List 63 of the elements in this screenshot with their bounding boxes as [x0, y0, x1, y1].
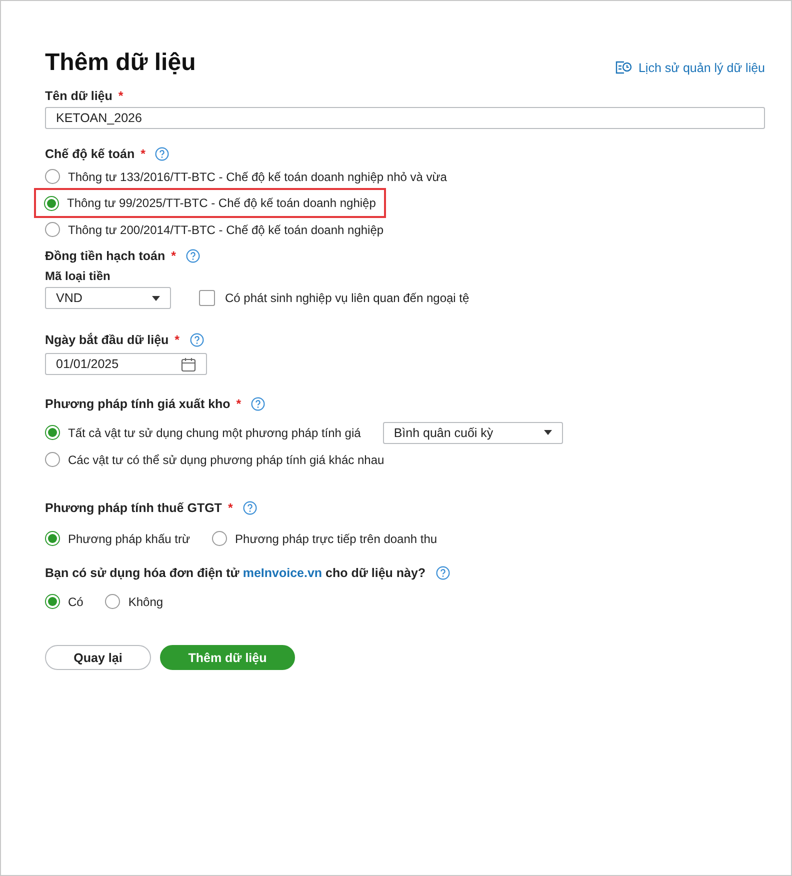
radio-button[interactable]: [45, 222, 60, 237]
field-label: Chế độ kế toán: [45, 147, 135, 161]
required-mark: *: [171, 249, 176, 263]
field-label: Mã loại tiền: [45, 269, 112, 283]
help-icon[interactable]: [190, 333, 204, 347]
caret-icon: [152, 296, 160, 300]
option-label: Thông tư 200/2014/TT-BTC - Chế độ kế toán doanh nghiệp: [68, 222, 384, 236]
page-title: Thêm dữ liệu: [45, 49, 196, 77]
option-label: Thông tư 133/2016/TT-BTC - Chế độ kế toán doanh nghiệp nhỏ và vừa: [68, 170, 447, 184]
currency-select[interactable]: VND: [45, 287, 171, 309]
option-label: Phương pháp trực tiếp trên doanh thu: [235, 532, 438, 546]
option-label: Các vật tư có thể sử dụng phương pháp tính giá khác nhau: [68, 452, 384, 466]
radio-option[interactable]: Không: [105, 588, 164, 615]
radio-button[interactable]: [44, 196, 59, 210]
radio-button[interactable]: [45, 531, 60, 546]
add-data-button[interactable]: Thêm dữ liệu: [160, 645, 295, 670]
field-label: Ngày bắt đầu dữ liệu: [45, 333, 169, 347]
help-icon[interactable]: [436, 566, 450, 580]
question-text: Bạn có sử dụng hóa đơn điện tử meInvoice.vn cho dữ liệu này?: [45, 566, 426, 580]
radio-button[interactable]: [212, 531, 228, 546]
history-link[interactable]: Lịch sử quản lý dữ liệu: [615, 60, 765, 75]
field-label: Tên dữ liệu: [45, 89, 112, 103]
radio-button[interactable]: [45, 452, 60, 467]
radio-button[interactable]: [105, 594, 120, 609]
radio-option[interactable]: Phương pháp khấu trừ: [45, 525, 190, 552]
radio-option[interactable]: Các vật tư có thể sử dụng phương pháp tính giá khác nhau: [45, 446, 384, 473]
history-icon: [615, 60, 632, 75]
data-name-field[interactable]: KETOAN_2026: [45, 107, 765, 129]
help-icon[interactable]: [242, 501, 257, 515]
radio-option[interactable]: Tất cả vật tư sử dụng chung một phương pháp tính giá: [45, 419, 361, 446]
option-label: Thông tư 99/2025/TT-BTC - Chế độ kế toán doanh nghiệp: [67, 196, 376, 210]
caret-icon: [544, 430, 552, 435]
help-icon[interactable]: [186, 249, 200, 263]
required-mark: *: [140, 147, 146, 161]
option-label: Có: [68, 594, 84, 608]
required-mark: *: [174, 333, 180, 347]
radio-option[interactable]: Thông tư 200/2014/TT-BTC - Chế độ kế toán doanh nghiệp: [45, 216, 384, 243]
radio-option[interactable]: Thông tư 99/2025/TT-BTC - Chế độ kế toán doanh nghiệp: [36, 190, 384, 216]
required-mark: *: [228, 501, 233, 515]
back-button[interactable]: Quay lại: [45, 645, 151, 670]
help-icon[interactable]: [155, 147, 170, 161]
radio-button[interactable]: [45, 169, 60, 184]
required-mark: *: [236, 397, 242, 411]
option-label: Phương pháp khấu trừ: [68, 532, 190, 546]
calendar-icon[interactable]: [181, 356, 196, 372]
required-mark: *: [118, 89, 124, 103]
radio-option[interactable]: Phương pháp trực tiếp trên doanh thu: [212, 525, 438, 552]
help-icon[interactable]: [251, 397, 266, 411]
date-field[interactable]: 01/01/2025: [45, 353, 207, 375]
field-label: Phương pháp tính giá xuất kho: [45, 397, 230, 411]
checkbox-label: Có phát sinh nghiệp vụ liên quan đến ngoại tệ: [225, 291, 470, 305]
option-label: Tất cả vật tư sử dụng chung một phương pháp tính giá: [68, 426, 361, 440]
radio-button[interactable]: [45, 594, 60, 609]
option-label: Không: [128, 594, 164, 608]
radio-button[interactable]: [45, 425, 60, 440]
checkbox-option[interactable]: Có phát sinh nghiệp vụ liên quan đến ngoại tệ: [199, 290, 470, 306]
field-label: Đồng tiền hạch toán: [45, 249, 166, 263]
checkbox[interactable]: [199, 290, 215, 306]
meinvoice-link[interactable]: meInvoice.vn: [242, 566, 322, 580]
method-select[interactable]: Bình quân cuối kỳ: [382, 422, 563, 444]
field-label: Phương pháp tính thuế GTGT: [45, 501, 222, 515]
radio-option[interactable]: Có: [45, 588, 84, 615]
radio-option[interactable]: Thông tư 133/2016/TT-BTC - Chế độ kế toán doanh nghiệp nhỏ và vừa: [45, 163, 447, 190]
